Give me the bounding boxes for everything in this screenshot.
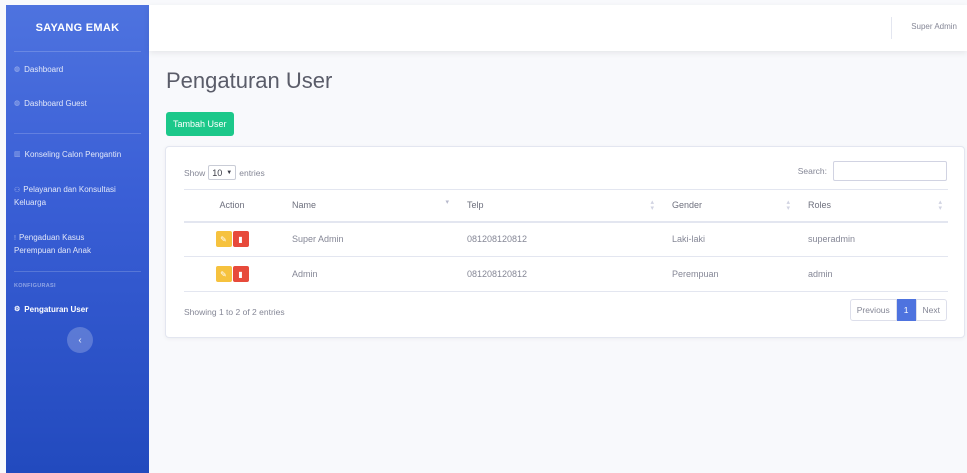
column-header-label: Name <box>292 200 317 211</box>
sidebar-item-konseling[interactable]: ▥ Konseling Calon Pengantin <box>6 149 129 161</box>
column-header-telp[interactable]: Telp ▴ ▾ <box>455 189 660 223</box>
sidebar-divider <box>14 271 141 272</box>
cell-role: superadmin <box>796 221 948 257</box>
column-header-label: Roles <box>808 200 832 211</box>
users-icon: ⚇ <box>14 187 21 194</box>
sidebar-item-pengaturan-user[interactable]: ⚙ Pengaturan User <box>6 304 96 316</box>
sidebar-item-dashboard-guest[interactable]: ◍ Dashboard Guest <box>6 98 95 110</box>
cell-role: admin <box>796 256 948 292</box>
chevron-left-icon: ‹ <box>78 334 82 346</box>
delete-button[interactable]: ▮ <box>232 231 249 248</box>
page-title: Pengaturan User <box>166 68 333 93</box>
edit-button[interactable]: ✎ <box>215 231 232 248</box>
trash-icon: ▮ <box>238 269 243 279</box>
sidebar-divider <box>14 51 141 52</box>
pagination-next[interactable]: Next <box>915 299 947 321</box>
column-header-name[interactable]: Name ▾ <box>280 189 455 223</box>
sidebar-heading: KONFIGURASI <box>14 283 56 289</box>
sidebar-item-label: Pelayanan dan Konsultasi Keluarga <box>14 185 116 207</box>
page-length-control: Show 10 ▼ entries <box>184 165 265 180</box>
sort-icon: ▴ ▾ <box>938 199 942 212</box>
entries-label: entries <box>239 167 265 178</box>
sort-icon: ▴ ▾ <box>786 199 790 212</box>
app-root: SAYANG EMAK ◍ Dashboard ◍ Dashboard Gues… <box>0 0 967 473</box>
cell-gender: Laki-laki <box>660 221 796 257</box>
edit-button[interactable]: ✎ <box>215 266 232 282</box>
cell-telp: 081208120812 <box>455 256 660 292</box>
sort-icon: ▴ ▾ <box>650 199 654 212</box>
tachometer-icon: ◍ <box>14 66 21 73</box>
pagination: Previous 1 Next <box>849 299 947 321</box>
row-actions: ✎ ▮ <box>184 221 280 257</box>
table-row: ✎ ▮ Super Admin 081208120812 Laki-laki su… <box>184 221 948 257</box>
user-menu[interactable]: Super Admin <box>911 22 957 31</box>
sidebar: SAYANG EMAK ◍ Dashboard ◍ Dashboard Gues… <box>6 5 149 473</box>
search-label: Search: <box>797 166 827 176</box>
sidebar-item-label: Dashboard <box>24 65 64 74</box>
brand-logo[interactable]: SAYANG EMAK <box>6 5 149 51</box>
search-input[interactable] <box>833 161 947 181</box>
column-header-label: Gender <box>672 200 703 211</box>
column-header-action: Action <box>184 189 280 223</box>
show-label: Show <box>184 167 206 178</box>
tachometer-icon: ◍ <box>14 100 21 107</box>
column-header-roles[interactable]: Roles ▴ ▾ <box>796 189 948 223</box>
chevron-down-icon: ▼ <box>226 169 233 176</box>
edit-icon: ✎ <box>220 234 227 244</box>
topbar: Super Admin <box>149 5 967 51</box>
table-header-row: Action Name ▾ Telp ▴▾ Gender ▴▾ Roles <box>184 189 948 223</box>
pagination-previous[interactable]: Previous <box>849 299 897 321</box>
sidebar-item-pelayanan[interactable]: ⚇ Pelayanan dan Konsultasi Keluarga <box>6 184 146 209</box>
row-actions: ✎ ▮ <box>184 256 280 292</box>
search-control: Search: <box>798 161 947 181</box>
exclamation-icon: ! <box>14 235 16 242</box>
cell-name: Admin <box>280 256 455 292</box>
cell-gender: Perempuan <box>660 256 796 292</box>
sidebar-item-label: Konseling Calon Pengantin <box>24 150 122 159</box>
sidebar-item-label: Pengaturan User <box>24 305 89 314</box>
cell-name: Super Admin <box>280 221 455 257</box>
cell-telp: 081208120812 <box>455 221 660 257</box>
sidebar-toggle-button[interactable]: ‹ <box>67 327 93 353</box>
topbar-divider <box>891 17 892 39</box>
users-card: Show 10 ▼ entries Search: Action Name ▾ <box>165 146 965 338</box>
sidebar-item-label: Dashboard Guest <box>24 99 87 108</box>
edit-icon: ✎ <box>220 269 227 279</box>
column-header-label: Telp <box>467 200 484 211</box>
table-row: ✎ ▮ Admin 081208120812 Perempuan admin <box>184 256 948 292</box>
table-info: Showing 1 to 2 of 2 entries <box>184 307 285 317</box>
sidebar-divider <box>14 133 141 134</box>
add-user-button[interactable]: Tambah User <box>166 112 234 136</box>
sidebar-item-dashboard[interactable]: ◍ Dashboard <box>6 64 71 76</box>
sort-desc-icon: ▾ <box>445 199 449 206</box>
users-table: Action Name ▾ Telp ▴▾ Gender ▴▾ Roles <box>184 189 948 292</box>
book-icon: ▥ <box>14 151 21 158</box>
sidebar-item-label: Pengaduan Kasus Perempuan dan Anak <box>14 233 91 255</box>
trash-icon: ▮ <box>238 234 243 244</box>
page-length-value: 10 <box>212 167 223 178</box>
sidebar-item-pengaduan[interactable]: ! Pengaduan Kasus Perempuan dan Anak <box>6 232 131 257</box>
page-length-select[interactable]: 10 ▼ <box>208 165 237 180</box>
cogs-icon: ⚙ <box>14 306 21 313</box>
delete-button[interactable]: ▮ <box>232 266 249 282</box>
pagination-page-1[interactable]: 1 <box>896 299 916 321</box>
column-header-gender[interactable]: Gender ▴ ▾ <box>660 189 796 223</box>
